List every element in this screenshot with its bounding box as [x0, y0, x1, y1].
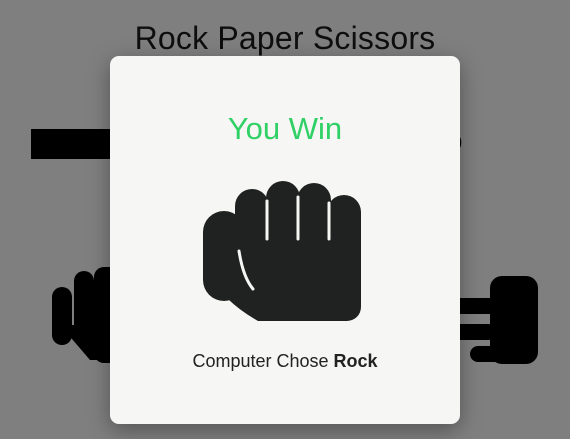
result-title: You Win [227, 111, 343, 146]
rock-fist-icon [203, 181, 361, 321]
result-modal: You Win Computer Chose Rock [110, 56, 460, 424]
computer-choice-value: Rock [333, 351, 378, 371]
computer-choice-prefix: Computer Chose [192, 351, 334, 371]
computer-choice-text: Computer Chose Rock [110, 351, 460, 372]
